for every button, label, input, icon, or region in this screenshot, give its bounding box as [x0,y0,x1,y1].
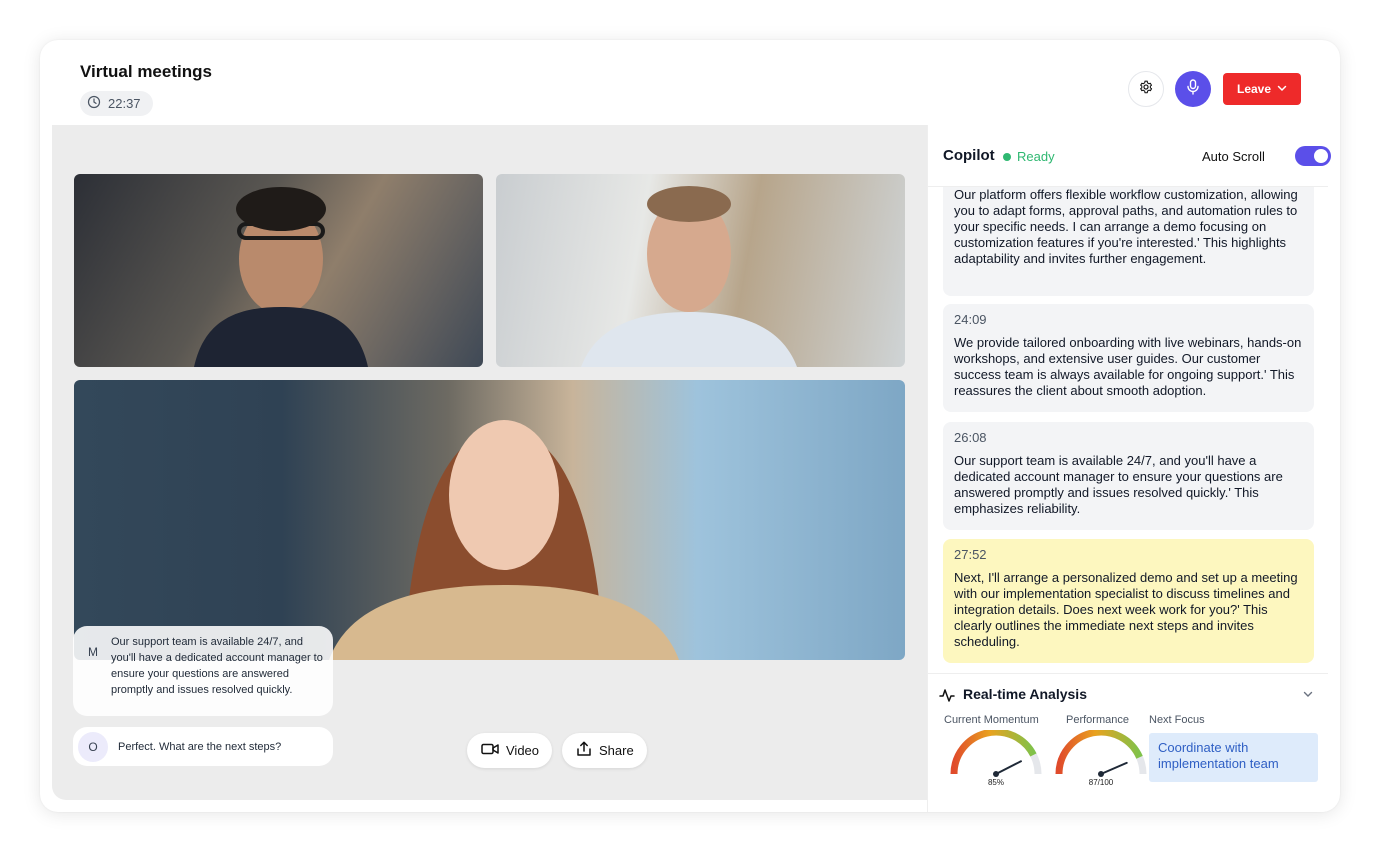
next-focus-box: Coordinate with implementation team [1149,733,1318,782]
copilot-message-time: 27:52 [954,547,987,562]
pulse-icon [939,687,955,708]
microphone-icon [1186,78,1200,100]
video-camera-icon [481,742,499,759]
person-icon [581,186,797,367]
copilot-feed[interactable]: Our platform offers flexible workflow cu… [943,187,1314,673]
momentum-value: 85% [987,778,1004,787]
copilot-message-text: Next, I'll arrange a personalized demo a… [954,570,1298,649]
meeting-window: Virtual meetings 22:37 Leave M Our suppo… [40,40,1340,812]
gear-icon [1139,80,1153,99]
video-button-label: Video [506,743,540,758]
page-title: Virtual meetings [80,62,212,81]
video-stage: M Our support team is available 24/7, an… [52,125,927,800]
person-icon [194,187,368,367]
performance-gauge [1055,730,1147,777]
auto-scroll-toggle[interactable] [1295,146,1331,166]
avatar: O [78,731,108,762]
copilot-message-text: Our platform offers flexible workflow cu… [954,187,1298,266]
video-button[interactable]: Video [467,733,552,768]
realtime-analysis: Real-time Analysis Current Momentum Perf… [928,673,1328,812]
participant-video-1[interactable] [74,174,483,367]
share-button[interactable]: Share [562,733,647,768]
clock-icon [87,95,101,112]
copilot-message-text: Our support team is available 24/7, and … [954,453,1283,516]
status-badge: Ready [1003,149,1055,164]
chat-message-text: Our support team is available 24/7, and … [111,636,323,696]
copilot-message-time: 26:08 [954,430,987,445]
status-text: Ready [1017,149,1055,164]
toggle-knob [1314,149,1328,163]
chat-message: O Perfect. What are the next steps? [73,727,333,766]
copilot-message: Our platform offers flexible workflow cu… [943,187,1314,296]
microphone-button[interactable] [1175,71,1211,107]
performance-value: 87/100 [1088,778,1114,787]
leave-button[interactable]: Leave [1223,73,1301,105]
share-button-label: Share [599,743,634,758]
copilot-message-time: 24:09 [954,312,987,327]
copilot-message-highlighted: 27:52 Next, I'll arrange a personalized … [943,539,1314,663]
chevron-down-icon [1277,82,1287,96]
copilot-message: 24:09 We provide tailored onboarding wit… [943,304,1314,412]
meeting-timer: 22:37 [80,91,153,116]
momentum-gauge [950,730,1042,777]
focus-label: Next Focus [1149,714,1205,726]
analysis-title: Real-time Analysis [963,686,1087,702]
leave-label: Leave [1236,82,1272,96]
chat-message: M Our support team is available 24/7, an… [73,626,333,716]
chevron-down-icon[interactable] [1303,686,1313,704]
copilot-header: Copilot Ready Auto Scroll [928,125,1331,187]
momentum-label: Current Momentum [944,714,1039,726]
share-icon [576,741,592,760]
copilot-title: Copilot [943,147,995,164]
auto-scroll-label: Auto Scroll [1202,149,1265,164]
avatar: M [88,645,98,659]
performance-label: Performance [1066,714,1129,726]
copilot-panel: Copilot Ready Auto Scroll Our platform o… [927,125,1331,812]
copilot-message: 26:08 Our support team is available 24/7… [943,422,1314,530]
status-dot [1003,152,1011,161]
chat-message-text: Perfect. What are the next steps? [118,740,282,753]
settings-button[interactable] [1128,71,1164,107]
timer-value: 22:37 [108,96,141,111]
copilot-message-text: We provide tailored onboarding with live… [954,335,1302,398]
participant-video-2[interactable] [496,174,905,367]
person-icon [329,420,679,660]
participant-video-3[interactable] [74,380,905,660]
